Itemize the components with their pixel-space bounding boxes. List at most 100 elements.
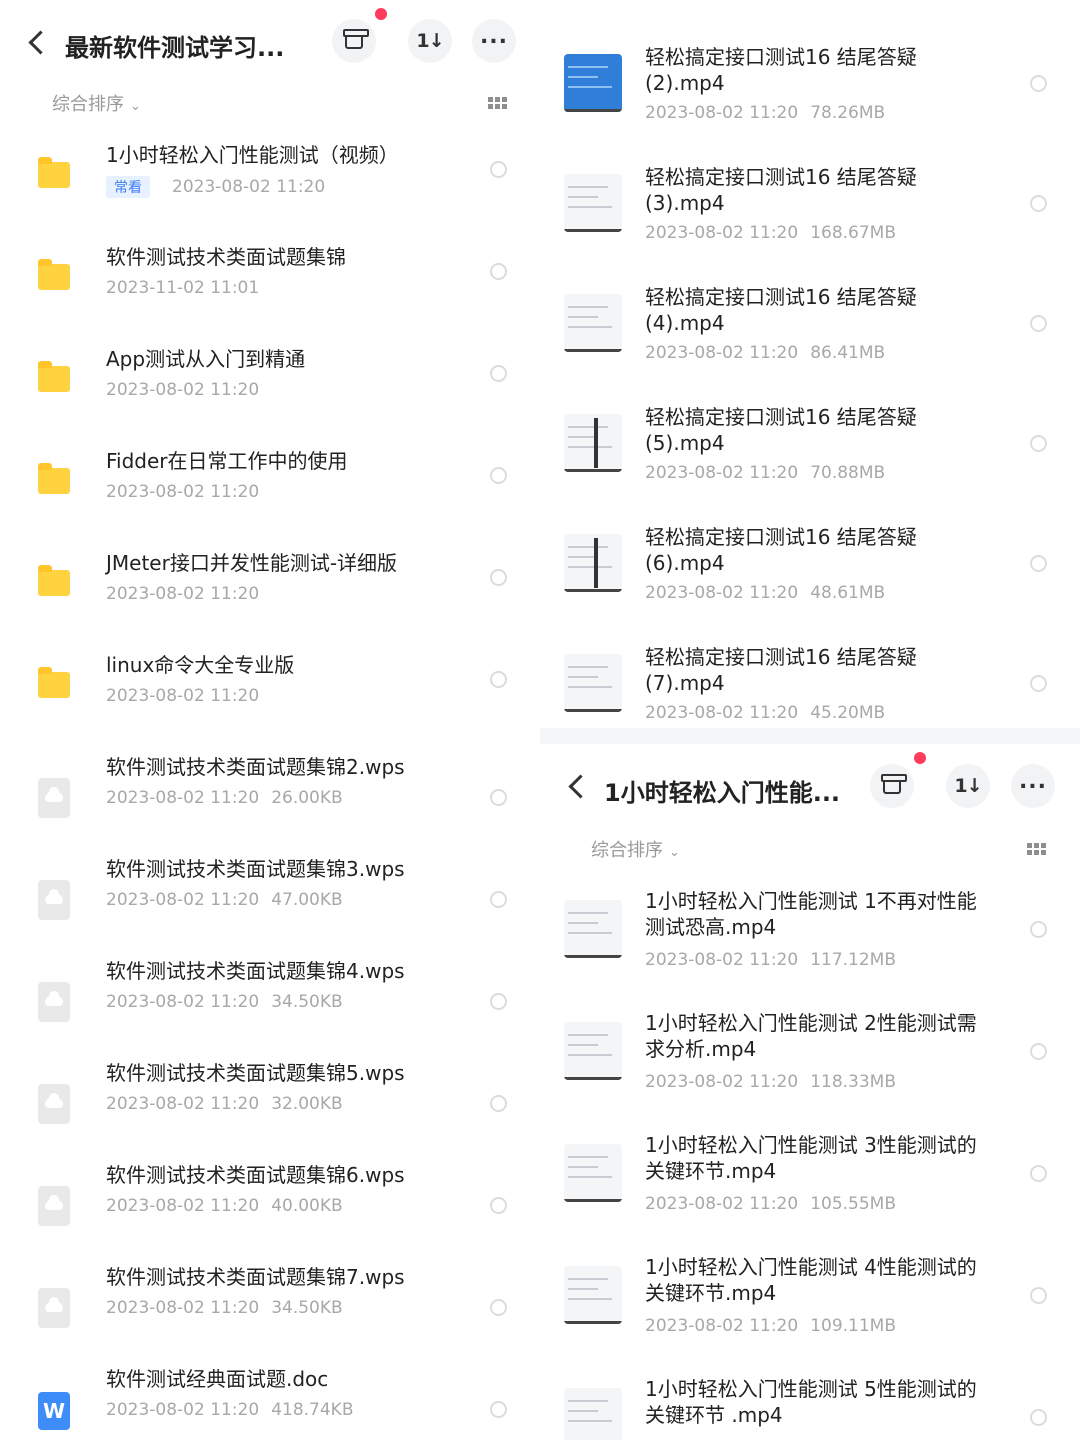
select-radio[interactable]: [490, 161, 507, 178]
file-meta: 2023-08-02 11:20 34.50KB: [106, 1298, 343, 1318]
file-name: 1小时轻松入门性能测试 5性能测试的关键环节 .mp4: [645, 1377, 977, 1427]
select-radio[interactable]: [1030, 675, 1047, 692]
select-radio[interactable]: [1030, 1165, 1047, 1182]
list-item[interactable]: 1小时轻松入门性能测试 4性能测试的关键环节.mp4 2023-08-02 11:…: [540, 1250, 1080, 1370]
video-thumbnail: [564, 1144, 622, 1202]
list-item[interactable]: 1小时轻松入门性能测试（视频） 常看 2023-08-02 11:20: [0, 130, 540, 230]
select-radio[interactable]: [1030, 315, 1047, 332]
list-item[interactable]: 轻松搞定接口测试16 结尾答疑(2).mp4 2023-08-02 11:20 78…: [540, 40, 1080, 158]
select-radio[interactable]: [1030, 1409, 1047, 1426]
list-item[interactable]: 1小时轻松入门性能测试 5性能测试的关键环节 .mp4: [540, 1372, 1080, 1440]
list-item[interactable]: 1小时轻松入门性能测试 2性能测试需求分析.mp4 2023-08-02 11:2…: [540, 1006, 1080, 1126]
file-size: 168.67MB: [810, 223, 897, 243]
select-radio[interactable]: [490, 365, 507, 382]
sort-dropdown[interactable]: 综合排序 ⌄: [52, 90, 141, 116]
file-date: 2023-08-02 11:20: [645, 343, 799, 363]
list-item[interactable]: 软件测试技术类面试题集锦3.wps 2023-08-02 11:20 47.00KB: [0, 844, 540, 944]
folder-icon: [38, 667, 70, 698]
file-date: 2023-08-02 11:20: [106, 686, 260, 706]
file-name: 软件测试经典面试题.doc: [106, 1367, 329, 1391]
more-icon: ...: [1018, 769, 1048, 794]
grid-view-icon[interactable]: [488, 97, 508, 109]
notification-dot: [375, 8, 387, 20]
select-radio[interactable]: [1030, 555, 1047, 572]
word-doc-icon: W: [38, 1392, 70, 1430]
file-meta: 2023-08-02 11:20 418.74KB: [106, 1400, 354, 1420]
file-name: 软件测试技术类面试题集锦: [106, 245, 346, 269]
list-item[interactable]: 1小时轻松入门性能测试 3性能测试的关键环节.mp4 2023-08-02 11:…: [540, 1128, 1080, 1248]
list-item[interactable]: linux命令大全专业版 2023-08-02 11:20: [0, 640, 540, 740]
file-meta: 2023-08-02 11:20 26.00KB: [106, 788, 343, 808]
select-radio[interactable]: [490, 1197, 507, 1214]
list-item[interactable]: JMeter接口并发性能测试-详细版 2023-08-02 11:20: [0, 538, 540, 638]
file-date: 2023-08-02 11:20: [106, 1400, 260, 1420]
status-badge: 常看: [106, 176, 150, 198]
folder-icon: [38, 157, 70, 188]
list-item[interactable]: 软件测试技术类面试题集锦2.wps 2023-08-02 11:20 26.00KB: [0, 742, 540, 842]
list-item[interactable]: 软件测试技术类面试题集锦5.wps 2023-08-02 11:20 32.00KB: [0, 1048, 540, 1148]
list-item[interactable]: 轻松搞定接口测试16 结尾答疑(6).mp4 2023-08-02 11:20 48…: [540, 520, 1080, 638]
back-button[interactable]: [562, 772, 592, 802]
select-radio[interactable]: [1030, 1287, 1047, 1304]
sort-button[interactable]: 1↓: [408, 19, 452, 63]
list-item[interactable]: 轻松搞定接口测试16 结尾答疑(3).mp4 2023-08-02 11:20 16…: [540, 160, 1080, 278]
list-item[interactable]: 1小时轻松入门性能测试 1不再对性能测试恐高.mp4 2023-08-02 11:…: [540, 884, 1080, 1004]
select-radio[interactable]: [490, 789, 507, 806]
select-radio[interactable]: [490, 993, 507, 1010]
file-date: 2023-08-02 11:20: [106, 1094, 260, 1114]
select-radio[interactable]: [490, 1401, 507, 1418]
file-date: 2023-08-02 11:20: [645, 583, 799, 603]
document-icon: [38, 1186, 70, 1226]
file-name: App测试从入门到精通: [106, 347, 306, 371]
list-item[interactable]: 轻松搞定接口测试16 结尾答疑(4).mp4 2023-08-02 11:20 86…: [540, 280, 1080, 398]
select-radio[interactable]: [490, 569, 507, 586]
file-size: 117.12MB: [810, 950, 897, 970]
file-name: 1小时轻松入门性能测试 1不再对性能测试恐高.mp4: [645, 889, 977, 939]
list-item[interactable]: 软件测试技术类面试题集锦 2023-11-02 11:01: [0, 232, 540, 332]
select-radio[interactable]: [1030, 435, 1047, 452]
archive-button[interactable]: [332, 19, 376, 63]
sort-dropdown[interactable]: 综合排序 ⌄: [591, 836, 680, 862]
back-button[interactable]: [22, 28, 52, 58]
select-radio[interactable]: [1030, 75, 1047, 92]
more-button[interactable]: ...: [1011, 764, 1055, 808]
file-date: 2023-08-02 11:20: [645, 1072, 799, 1092]
file-size: 70.88MB: [810, 463, 886, 483]
file-meta: 2023-08-02 11:20 48.61MB: [645, 583, 885, 603]
list-item[interactable]: 软件测试技术类面试题集锦4.wps 2023-08-02 11:20 34.50KB: [0, 946, 540, 1046]
file-size: 40.00KB: [271, 1196, 343, 1216]
file-meta: 2023-08-02 11:20 45.20MB: [645, 703, 885, 723]
file-meta: 常看 2023-08-02 11:20: [106, 176, 325, 198]
file-size: 26.00KB: [271, 788, 343, 808]
file-date: 2023-08-02 11:20: [106, 1298, 260, 1318]
list-item[interactable]: 轻松搞定接口测试16 结尾答疑(5).mp4 2023-08-02 11:20 70…: [540, 400, 1080, 518]
select-radio[interactable]: [490, 467, 507, 484]
sort-icon: 1↓: [954, 775, 982, 797]
list-item[interactable]: 软件测试技术类面试题集锦6.wps 2023-08-02 11:20 40.00KB: [0, 1150, 540, 1250]
list-item[interactable]: Fidder在日常工作中的使用 2023-08-02 11:20: [0, 436, 540, 536]
video-thumbnail: [564, 1388, 622, 1440]
select-radio[interactable]: [1030, 1043, 1047, 1060]
select-radio[interactable]: [490, 263, 507, 280]
select-radio[interactable]: [1030, 195, 1047, 212]
file-size: 78.26MB: [810, 103, 886, 123]
select-radio[interactable]: [490, 1299, 507, 1316]
archive-button[interactable]: [870, 764, 914, 808]
sort-label: 综合排序: [591, 840, 663, 861]
list-item[interactable]: App测试从入门到精通 2023-08-02 11:20: [0, 334, 540, 434]
folder-icon: [38, 565, 70, 596]
file-name: 软件测试技术类面试题集锦6.wps: [106, 1163, 405, 1187]
sort-button[interactable]: 1↓: [946, 764, 990, 808]
more-button[interactable]: ...: [472, 19, 516, 63]
select-radio[interactable]: [1030, 921, 1047, 938]
file-size: 32.00KB: [271, 1094, 343, 1114]
left-top-bar: 最新软件测试学习... 1↓ ...: [0, 0, 540, 80]
select-radio[interactable]: [490, 1095, 507, 1112]
list-item[interactable]: W 软件测试经典面试题.doc 2023-08-02 11:20 418.74KB: [0, 1354, 540, 1440]
select-radio[interactable]: [490, 671, 507, 688]
select-radio[interactable]: [490, 891, 507, 908]
file-date: 2023-08-02 11:20: [106, 482, 260, 502]
archive-icon: [343, 29, 369, 49]
grid-view-icon[interactable]: [1027, 843, 1047, 855]
list-item[interactable]: 软件测试技术类面试题集锦7.wps 2023-08-02 11:20 34.50KB: [0, 1252, 540, 1352]
